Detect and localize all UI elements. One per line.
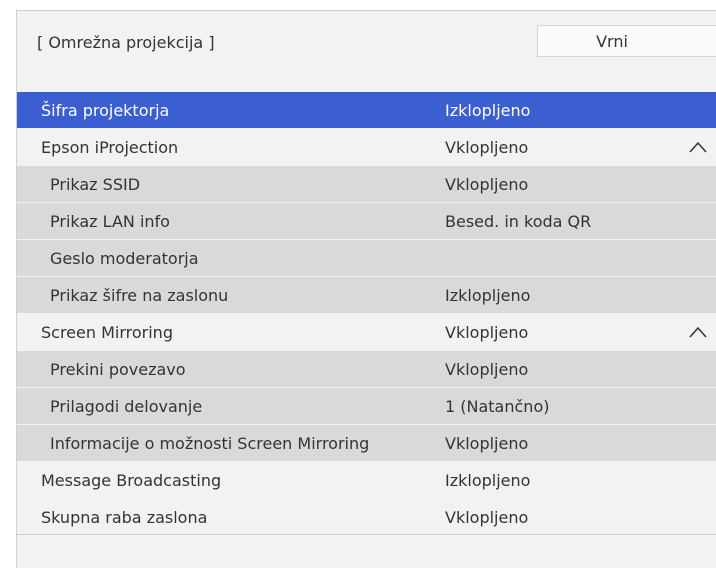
setting-row-screen-mirroring[interactable]: Screen Mirroring Vklopljeno — [17, 314, 716, 350]
setting-value: Besed. in koda QR — [445, 212, 592, 231]
setting-row-adjust-performance[interactable]: Prilagodi delovanje 1 (Natančno) — [17, 388, 716, 424]
setting-label: Prikaz šifre na zaslonu — [50, 286, 229, 305]
setting-label: Geslo moderatorja — [50, 249, 199, 268]
setting-label: Informacije o možnosti Screen Mirroring — [50, 434, 370, 453]
setting-row-interrupt-connection[interactable]: Prekini povezavo Vklopljeno — [17, 351, 716, 387]
setting-value: Vklopljeno — [445, 175, 529, 194]
setting-row-screen-sharing[interactable]: Skupna raba zaslona Vklopljeno — [17, 499, 716, 535]
setting-label: Prilagodi delovanje — [50, 397, 203, 416]
setting-value: 1 (Natančno) — [445, 397, 550, 416]
setting-row-message-broadcasting[interactable]: Message Broadcasting Izklopljeno — [17, 462, 716, 498]
setting-value: Izklopljeno — [445, 471, 531, 490]
setting-label: Skupna raba zaslona — [41, 508, 208, 527]
page-title: [ Omrežna projekcija ] — [37, 33, 215, 52]
chevron-up-icon[interactable] — [689, 141, 707, 153]
setting-value: Vklopljeno — [445, 508, 529, 527]
setting-value: Vklopljeno — [445, 434, 529, 453]
setting-label: Šifra projektorja — [41, 101, 170, 120]
setting-row-projector-keyword[interactable]: Šifra projektorja Izklopljeno — [17, 92, 716, 128]
settings-list: Šifra projektorja Izklopljeno Epson iPro… — [17, 92, 716, 536]
setting-row-epson-iprojection[interactable]: Epson iProjection Vklopljeno — [17, 129, 716, 165]
back-button[interactable]: Vrni — [537, 25, 716, 57]
setting-value: Vklopljeno — [445, 323, 529, 342]
setting-value: Vklopljeno — [445, 138, 529, 157]
setting-row-screen-mirroring-info[interactable]: Informacije o možnosti Screen Mirroring … — [17, 425, 716, 461]
chevron-up-icon[interactable] — [689, 326, 707, 338]
setting-label: Screen Mirroring — [41, 323, 173, 342]
setting-row-display-lan-info[interactable]: Prikaz LAN info Besed. in koda QR — [17, 203, 716, 239]
setting-label: Message Broadcasting — [41, 471, 222, 490]
setting-value: Izklopljeno — [445, 101, 531, 120]
setting-row-display-keyword[interactable]: Prikaz šifre na zaslonu Izklopljeno — [17, 277, 716, 313]
setting-label: Prekini povezavo — [50, 360, 186, 379]
setting-value: Izklopljeno — [445, 286, 531, 305]
setting-label: Prikaz SSID — [50, 175, 141, 194]
setting-label: Epson iProjection — [41, 138, 179, 157]
setting-row-moderator-password[interactable]: Geslo moderatorja — [17, 240, 716, 276]
setting-value: Vklopljeno — [445, 360, 529, 379]
setting-row-display-ssid[interactable]: Prikaz SSID Vklopljeno — [17, 166, 716, 202]
setting-label: Prikaz LAN info — [50, 212, 170, 231]
network-projection-panel: [ Omrežna projekcija ] Vrni Šifra projek… — [16, 10, 716, 568]
